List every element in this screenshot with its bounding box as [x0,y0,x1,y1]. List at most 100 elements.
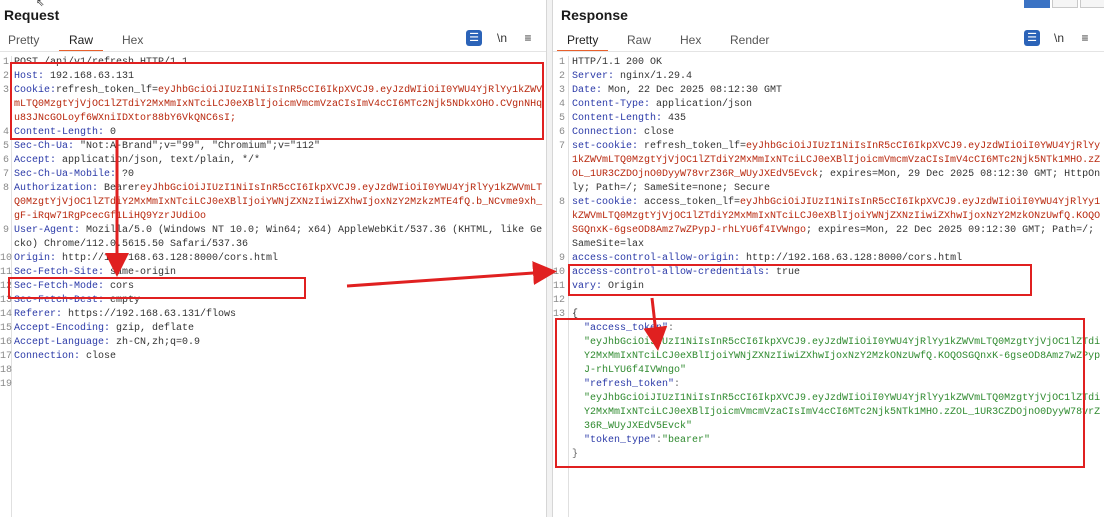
header-value: gzip, deflate [110,323,195,334]
json-line: "token_type":"bearer" [553,434,1104,448]
code-line: 5 Sec-Ch-Ua: "Not:A-Brand";v="99", "Chrom… [0,140,546,154]
response-tabs: Pretty Raw Hex Render ☰ \n ≡ [553,30,1104,52]
line-content: Connection: close [553,126,1104,140]
header-name: Content-Length: [572,113,663,124]
line-number: 6 [558,127,565,138]
header-name: Server: [572,71,615,82]
code-line: 1 HTTP/1.1 200 OK [553,56,1104,70]
line-content: "eyJhbGciOiJIUzI1NiIsInR5cCI6IkpXVCJ9.ey… [553,336,1104,378]
tab-hex[interactable]: Hex [680,33,701,47]
line-number: 2 [2,71,9,82]
header-value: http://192.168.63.128:8000/cors.html [740,253,963,264]
header-value: refresh_token_lf= [56,85,159,96]
pretty-print-icon[interactable]: ☰ [466,30,482,46]
line-number: 8 [558,197,565,208]
line-content: { [553,308,1104,322]
menu-icon[interactable]: ≡ [520,30,536,46]
line-content: Origin: http://192.168.63.128:8000/cors.… [0,252,546,266]
line-number: 4 [2,127,9,138]
header-name: Content-Length: [14,127,105,138]
line-number: 1 [2,57,9,68]
line-content: set-cookie: access_token_lf=eyJhbGciOiJI… [553,196,1104,252]
tab-render[interactable]: Render [730,33,769,47]
header-value: close [80,351,117,362]
header-name: Referer: [14,309,63,320]
line-content: POST /api/v1/refresh HTTP/1.1 [0,56,546,70]
pane-divider[interactable] [546,0,553,517]
request-editor[interactable]: 1 POST /api/v1/refresh HTTP/1.1 2 Host: 192… [0,56,546,517]
newline-toggle-icon[interactable]: \n [494,30,510,46]
json-key: "token_type" [584,435,657,446]
header-value: same-origin [104,267,177,278]
header-name: set-cookie: [572,141,639,152]
code-line: 4 Content-Length: 0 [0,126,546,140]
header-name: Date: [572,85,603,96]
tab-pretty[interactable]: Pretty [556,33,609,52]
header-value: access_token_lf= [638,197,741,208]
code-line: 7 set-cookie: refresh_token_lf=eyJhbGciOi… [553,140,1104,196]
line-number: 13 [0,295,13,306]
line-number: 3 [558,85,565,96]
header-name: Sec-Fetch-Dest: [14,295,105,306]
code-line: 6 Accept: application/json, text/plain, *… [0,154,546,168]
code-line: 17 Connection: close [0,350,546,364]
tab-raw[interactable]: Raw [627,33,651,47]
header-value: application/json [650,99,753,110]
header-name: Sec-Ch-Ua: [14,141,75,152]
header-name: Authorization: [14,183,99,194]
line-number: 6 [2,155,9,166]
code-line: 12 Sec-Fetch-Mode: cors [0,280,546,294]
line-number: 19 [0,379,13,390]
header-value: true [770,267,801,278]
response-title: Response [561,7,628,23]
header-name: Sec-Fetch-Site: [14,267,105,278]
header-value: close [638,127,675,138]
line-content: Content-Type: application/json [553,98,1104,112]
code-line: 2 Host: 192.168.63.131 [0,70,546,84]
header-value: Mozilla/5.0 (Windows NT 10.0; Win64; x64… [14,225,543,250]
code-line: 5 Content-Length: 435 [553,112,1104,126]
header-name: Connection: [572,127,639,138]
json-line: "access_token": [553,322,1104,336]
newline-toggle-icon[interactable]: \n [1051,30,1067,46]
tab-hex[interactable]: Hex [122,33,143,47]
line-number: 11 [0,267,13,278]
json-string: "eyJhbGciOiJIUzI1NiIsInR5cCI6IkpXVCJ9.ey… [584,337,1101,376]
line-content: Accept-Language: zh-CN,zh;q=0.9 [0,336,546,350]
header-name: Host: [14,71,45,82]
json-key: "access_token" [584,323,669,334]
json-line: "eyJhbGciOiJIUzI1NiIsInR5cCI6IkpXVCJ9.ey… [553,336,1104,378]
header-value: ?0 [116,169,135,180]
line-number: 10 [0,253,13,264]
layout-horizontal-icon[interactable] [1052,0,1078,8]
line-content: } [553,448,1104,462]
line-content: "eyJhbGciOiJIUzI1NiIsInR5cCI6IkpXVCJ9.ey… [553,392,1104,434]
tab-pretty[interactable]: Pretty [8,33,39,47]
code-line: 9 User-Agent: Mozilla/5.0 (Windows NT 10.… [0,224,546,252]
line-number: 2 [558,71,565,82]
code-line: 14 Referer: https://192.168.63.131/flows [0,308,546,322]
line-content: vary: Origin [553,280,1104,294]
line-text: HTTP/1.1 200 OK [572,57,663,68]
line-content: "access_token": [584,323,675,334]
line-number: 18 [0,365,13,376]
header-name: User-Agent: [14,225,81,236]
menu-icon[interactable]: ≡ [1077,30,1093,46]
layout-single-icon[interactable] [1080,0,1104,8]
header-name: Origin: [14,253,57,264]
json-key: "refresh_token" [584,379,675,390]
code-line: 9 access-control-allow-origin: http://192… [553,252,1104,266]
header-value: nginx/1.29.4 [614,71,693,82]
json-string: "bearer" [662,435,711,446]
line-number: 7 [558,141,565,152]
line-number: 12 [553,295,566,306]
request-tabs: Pretty Raw Hex ☰ \n ≡ [0,30,546,52]
pretty-print-icon[interactable]: ☰ [1024,30,1040,46]
header-name: access-control-allow-origin: [572,253,741,264]
code-line: 4 Content-Type: application/json [553,98,1104,112]
header-name: Content-Type: [572,99,651,110]
tab-raw[interactable]: Raw [58,33,104,52]
line-content: Server: nginx/1.29.4 [553,70,1104,84]
response-editor[interactable]: 1 HTTP/1.1 200 OK 2 Server: nginx/1.29.4 3 Da… [553,56,1104,517]
layout-split-icon[interactable] [1024,0,1050,8]
